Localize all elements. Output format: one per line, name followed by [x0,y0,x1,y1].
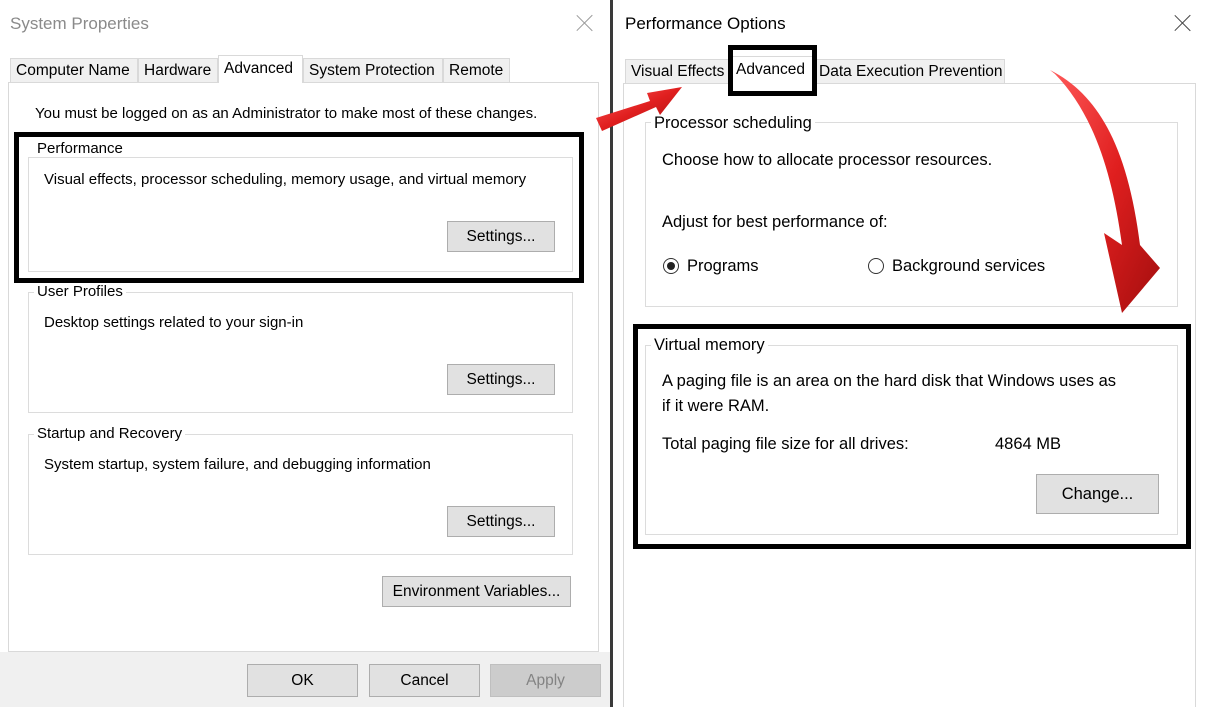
virtual-memory-legend: Virtual memory [651,336,768,354]
programs-radio[interactable] [663,258,679,274]
tab-computer-name[interactable]: Computer Name [10,58,138,82]
cancel-button[interactable]: Cancel [369,664,480,697]
apply-button: Apply [490,664,601,697]
ok-button[interactable]: OK [247,664,358,697]
change-virtual-memory-button[interactable]: Change... [1036,474,1159,514]
background-services-radio[interactable] [868,258,884,274]
close-icon[interactable] [1173,13,1193,33]
admin-note: You must be logged on as an Administrato… [35,105,538,122]
programs-label[interactable]: Programs [687,257,759,276]
tab-hardware[interactable]: Hardware [138,58,218,82]
environment-variables-button[interactable]: Environment Variables... [382,576,571,607]
tab-remote[interactable]: Remote [443,58,510,82]
tab-data-execution-prevention[interactable]: Data Execution Prevention [813,59,1005,83]
performance-options-window: Performance Options Visual Effects Advan… [613,0,1206,707]
user-profiles-legend: User Profiles [34,284,126,300]
tab-advanced[interactable]: Advanced [218,55,303,83]
performance-description: Visual effects, processor scheduling, me… [44,171,527,188]
total-paging-size-label: Total paging file size for all drives: [662,435,909,453]
radio-selected-dot [667,262,675,270]
background-services-label[interactable]: Background services [892,257,1045,276]
total-paging-size-value: 4864 MB [995,435,1062,453]
tab-visual-effects[interactable]: Visual Effects [625,59,729,83]
system-properties-window: System Properties Computer Name Hardware… [0,0,610,707]
processor-description: Choose how to allocate processor resourc… [662,151,993,169]
virtual-memory-description-line2: if it were RAM. [662,397,770,415]
user-profiles-settings-button[interactable]: Settings... [447,364,555,395]
user-profiles-description: Desktop settings related to your sign-in [44,314,304,331]
performance-settings-button[interactable]: Settings... [447,221,555,252]
startup-recovery-legend: Startup and Recovery [34,426,186,442]
adjust-performance-label: Adjust for best performance of: [662,213,888,231]
startup-recovery-description: System startup, system failure, and debu… [44,456,431,473]
window-title: Performance Options [625,14,786,33]
window-title: System Properties [10,14,149,33]
virtual-memory-description-line1: A paging file is an area on the hard dis… [662,372,1117,390]
close-icon[interactable] [575,13,595,33]
tab-system-protection[interactable]: System Protection [303,58,443,82]
tab-advanced[interactable]: Advanced [730,56,814,84]
processor-scheduling-legend: Processor scheduling [651,114,815,132]
startup-recovery-settings-button[interactable]: Settings... [447,506,555,537]
performance-legend: Performance [34,141,126,157]
